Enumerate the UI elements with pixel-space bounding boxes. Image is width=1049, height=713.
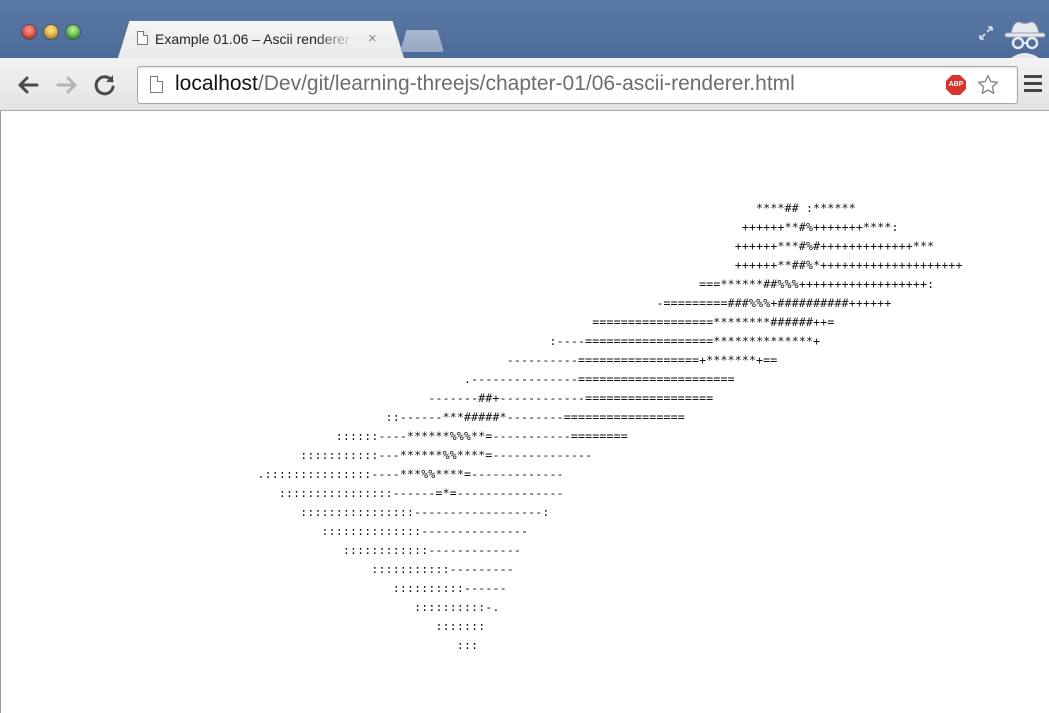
address-bar[interactable]: localhost/Dev/git/learning-threejs/chapt… (137, 66, 1018, 104)
menu-icon[interactable] (1024, 75, 1042, 93)
close-window-button[interactable] (22, 25, 36, 39)
zoom-window-button[interactable] (66, 25, 80, 39)
url-host: localhost (175, 72, 258, 95)
toolbar: localhost/Dev/git/learning-threejs/chapt… (0, 58, 1049, 111)
page-icon (150, 76, 163, 93)
reload-icon[interactable] (92, 72, 118, 98)
minimize-window-button[interactable] (44, 25, 58, 39)
tab-title: Example 01.06 – Ascii renderer (155, 31, 350, 47)
expand-icon[interactable] (977, 24, 995, 42)
url-path: /Dev/git/learning-threejs/chapter-01/06-… (257, 72, 795, 95)
bookmark-star-icon[interactable] (976, 73, 1000, 97)
back-arrow-icon[interactable] (15, 72, 41, 98)
browser-window: Example 01.06 – Ascii renderer × localho… (0, 0, 1049, 713)
forward-arrow-icon[interactable] (54, 72, 80, 98)
new-tab-button[interactable] (400, 30, 444, 52)
incognito-icon (1004, 21, 1046, 58)
tab-close-icon[interactable]: × (368, 30, 377, 47)
tab-strip: Example 01.06 – Ascii renderer × (0, 0, 1049, 58)
page-content: ****## :****** ++++++**#%+++++++****: ++… (0, 111, 1049, 713)
tab-active[interactable]: Example 01.06 – Ascii renderer × (118, 21, 404, 58)
url-text[interactable]: localhost/Dev/git/learning-threejs/chapt… (175, 72, 795, 96)
page-icon (137, 31, 148, 45)
ascii-render-output: ****## :****** ++++++**#%+++++++****: ++… (257, 201, 963, 652)
adblock-icon[interactable]: ABP (946, 75, 966, 95)
